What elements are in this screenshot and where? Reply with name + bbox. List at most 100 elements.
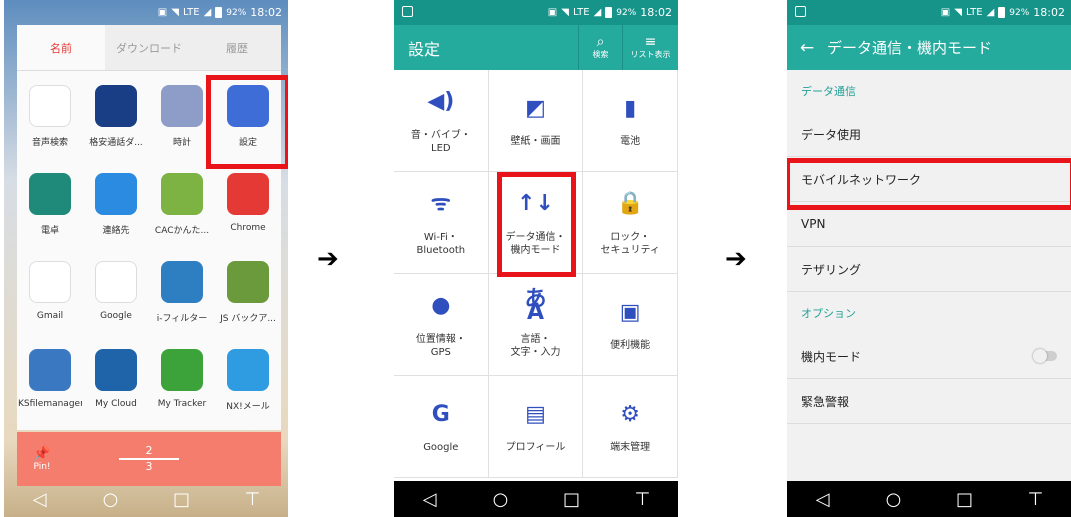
settings-item-label: 壁紙・画面	[510, 136, 561, 147]
page-bottom: 3	[145, 460, 153, 473]
gallery-icon	[795, 6, 806, 17]
toolbox-icon: ▣	[619, 299, 641, 325]
settings-item-location[interactable]: ● 位置情報・ GPS	[394, 274, 489, 376]
lte-label: LTE	[182, 7, 200, 18]
settings-item-label: 位置情報・ GPS	[415, 333, 466, 358]
signal-icon: ◢	[593, 7, 602, 18]
app-label: NX!メール	[226, 402, 270, 412]
app-phone-call[interactable]: 格安通話ダ...	[83, 77, 149, 165]
app-contacts[interactable]: 連絡先	[83, 165, 149, 253]
notification-icon: ▣	[940, 7, 951, 18]
app-google[interactable]: Google	[83, 253, 149, 341]
search-icon: ⌕	[596, 34, 605, 50]
app-label: 音声検索	[31, 138, 68, 148]
pin-button[interactable]: 📌 Pin!	[17, 446, 67, 472]
app-label: KSfilemanager	[18, 399, 82, 409]
app-calculator[interactable]: 電卓	[17, 165, 83, 253]
status-bar: ▣ ◥ LTE ◢ 92% 18:02	[394, 0, 678, 25]
app-folder[interactable]: KSfilemanager	[17, 341, 83, 429]
home-icon[interactable]: ○	[486, 484, 516, 514]
clock-icon	[161, 85, 203, 127]
signal-icon: ◢	[203, 7, 212, 18]
settings-item-label: Wi-Fi・ Bluetooth	[416, 231, 466, 256]
settings-item-wifi-bluetooth[interactable]: ᯤ Wi-Fi・ Bluetooth	[394, 172, 489, 274]
phone-screen-home: ▣ ◥ LTE ◢ 92% 18:02 名前 ダウンロード 履歴 音声検索 格安通…	[4, 0, 288, 517]
app-i-filter[interactable]: i-フィルター	[149, 253, 215, 341]
settings-item-speaker[interactable]: ◀) 音・バイブ・ LED	[394, 70, 489, 172]
settings-item-battery[interactable]: ▮ 電池	[583, 70, 678, 172]
wifi-icon: ◥	[171, 7, 179, 18]
tab-name[interactable]: 名前	[17, 25, 105, 70]
row-label: データ使用	[801, 127, 862, 142]
settings-item-label: プロフィール	[505, 442, 566, 453]
back-icon[interactable]: ◁	[415, 484, 445, 514]
settings-item-google-g[interactable]: G Google	[394, 376, 489, 478]
app-cloud[interactable]: My Cloud	[83, 341, 149, 429]
home-icon[interactable]: ○	[96, 484, 126, 514]
list-view-button[interactable]: ≡ リスト表示	[622, 25, 678, 70]
app-js-backup[interactable]: JS バックア...	[215, 253, 281, 341]
notification-icon: ▣	[157, 7, 168, 18]
calculator-icon	[29, 173, 71, 215]
page-indicator[interactable]: 2 3	[67, 444, 231, 474]
nav-bar: ◁ ○ □ ⊤	[787, 481, 1071, 517]
back-arrow-icon[interactable]: ←	[787, 38, 827, 58]
arrow-right-icon: ➔	[725, 244, 747, 274]
notification-pull-icon[interactable]: ⊤	[1021, 484, 1051, 514]
notification-pull-icon[interactable]: ⊤	[238, 484, 268, 514]
tab-history[interactable]: 履歴	[193, 25, 281, 70]
row-label: VPN	[801, 217, 826, 231]
row-emergency-alerts[interactable]: 緊急警報	[787, 379, 1071, 424]
app-microphone[interactable]: 音声検索	[17, 77, 83, 165]
recents-icon[interactable]: □	[950, 484, 980, 514]
settings-item-toolbox[interactable]: ▣ 便利機能	[583, 274, 678, 376]
nav-bar: ◁ ○ □ ⊤	[4, 481, 288, 517]
settings-item-label: Google	[423, 442, 459, 453]
section-header-data: データ通信	[787, 70, 1071, 112]
settings-item-label: 言語・ 文字・入力	[510, 333, 561, 358]
home-icon[interactable]: ○	[879, 484, 909, 514]
row-airplane-mode[interactable]: 機内モード	[787, 334, 1071, 379]
app-label: i-フィルター	[156, 314, 208, 324]
phone-screen-data: ▣ ◥ LTE ◢ 92% 18:02 ← データ通信・機内モード データ通信 …	[787, 0, 1071, 517]
recents-icon[interactable]: □	[557, 484, 587, 514]
app-tracker[interactable]: My Tracker	[149, 341, 215, 429]
settings-item-profile-card[interactable]: ▤ プロフィール	[488, 376, 584, 478]
settings-item-wallpaper[interactable]: ◩ 壁紙・画面	[488, 70, 584, 172]
app-label: My Tracker	[157, 399, 207, 409]
tab-download[interactable]: ダウンロード	[105, 25, 193, 70]
app-label: JS バックア...	[220, 314, 276, 324]
settings-item-lock[interactable]: 🔒 ロック・ セキュリティ	[583, 172, 678, 274]
search-button[interactable]: ⌕ 検索	[578, 25, 622, 70]
settings-item-label: 端末管理	[610, 442, 651, 453]
menu-icon: ≡	[644, 34, 657, 50]
app-chrome[interactable]: Chrome	[215, 165, 281, 253]
battery-percent: 92%	[616, 7, 637, 18]
contacts-icon	[95, 173, 137, 215]
folder-icon	[29, 349, 71, 391]
highlight-mobile-network	[787, 158, 1071, 210]
clock-time: 18:02	[250, 6, 282, 19]
wifi-icon: ◥	[561, 7, 569, 18]
app-label: 時計	[172, 138, 191, 148]
app-gmail[interactable]: Gmail	[17, 253, 83, 341]
settings-item-device-admin[interactable]: ⚙ 端末管理	[583, 376, 678, 478]
airplane-toggle[interactable]	[1033, 349, 1057, 363]
back-icon[interactable]: ◁	[808, 484, 838, 514]
app-mail[interactable]: NX!メール	[215, 341, 281, 429]
battery-percent: 92%	[1009, 7, 1030, 18]
wallpaper-icon: ◩	[525, 95, 546, 121]
notification-icon: ▣	[547, 7, 558, 18]
settings-item-language[interactable]: あA 言語・ 文字・入力	[488, 274, 584, 376]
status-bar: ▣ ◥ LTE ◢ 92% 18:02	[4, 0, 288, 25]
row-tethering[interactable]: テザリング	[787, 247, 1071, 292]
recents-icon[interactable]: □	[167, 484, 197, 514]
language-icon: あA	[524, 286, 547, 325]
drawer-tabs: 名前 ダウンロード 履歴	[17, 25, 281, 71]
app-cac-app[interactable]: CACかんた...	[149, 165, 215, 253]
data-appbar: ← データ通信・機内モード	[787, 25, 1071, 70]
back-icon[interactable]: ◁	[25, 484, 55, 514]
notification-pull-icon[interactable]: ⊤	[628, 484, 658, 514]
row-data-usage[interactable]: データ使用	[787, 112, 1071, 157]
list-view-label: リスト表示	[630, 50, 671, 59]
